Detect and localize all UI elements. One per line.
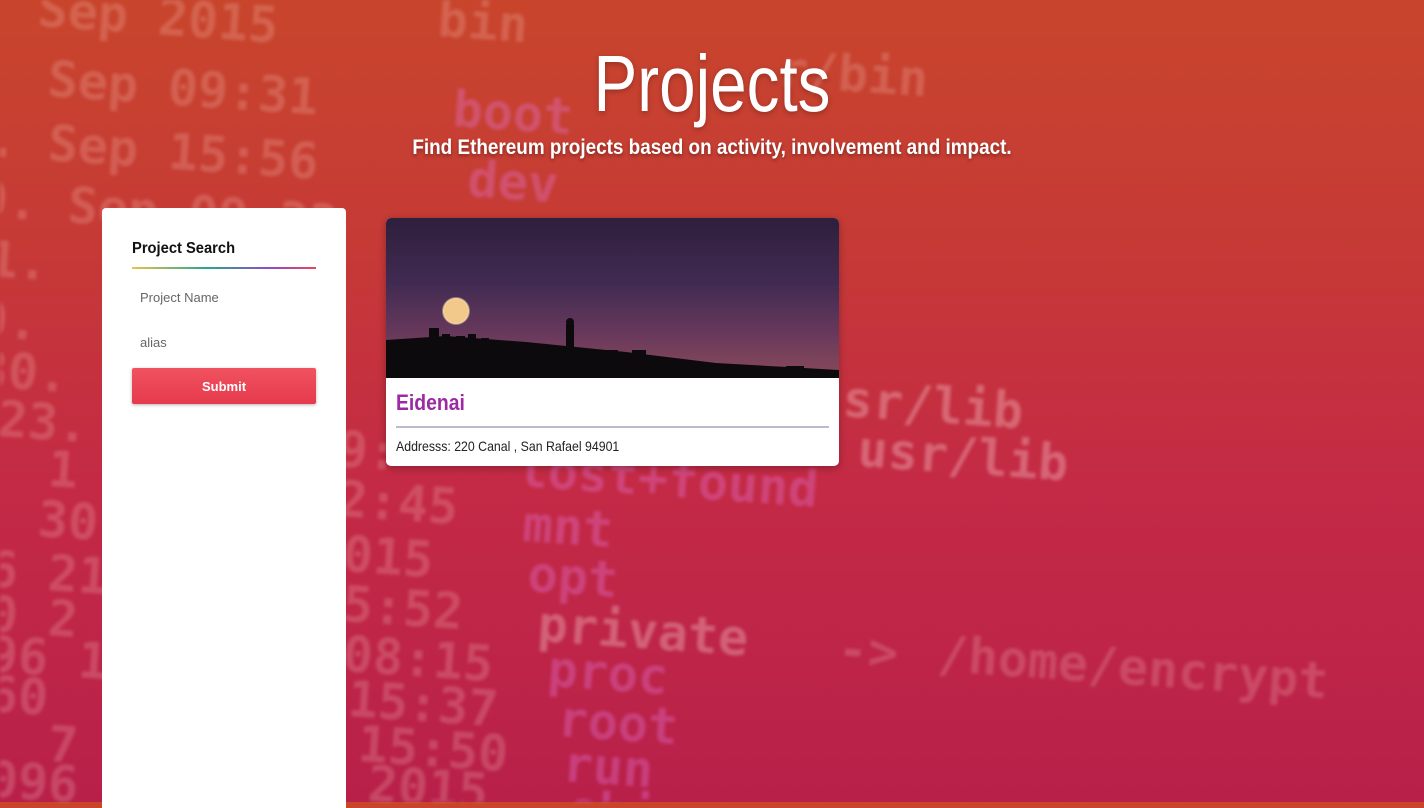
- page-subtitle: Find Ethereum projects based on activity…: [412, 136, 1012, 159]
- heading-divider: [132, 267, 316, 269]
- project-name-input[interactable]: [132, 280, 316, 314]
- page-title: Projects: [593, 39, 831, 128]
- submit-button[interactable]: Submit: [132, 368, 316, 404]
- project-address: Addresss: 220 Canal , San Rafael 94901: [396, 438, 620, 454]
- project-name[interactable]: Eidenai: [396, 390, 465, 416]
- search-heading: Project Search: [132, 240, 236, 257]
- project-card[interactable]: Eidenai Addresss: 220 Canal , San Rafael…: [386, 218, 839, 466]
- search-sidebar: Project Search Submit: [102, 208, 346, 808]
- card-divider: [396, 426, 829, 428]
- page-header: Projects Find Ethereum projects based on…: [0, 36, 1424, 160]
- project-image: [386, 218, 839, 378]
- alias-input[interactable]: [132, 325, 316, 359]
